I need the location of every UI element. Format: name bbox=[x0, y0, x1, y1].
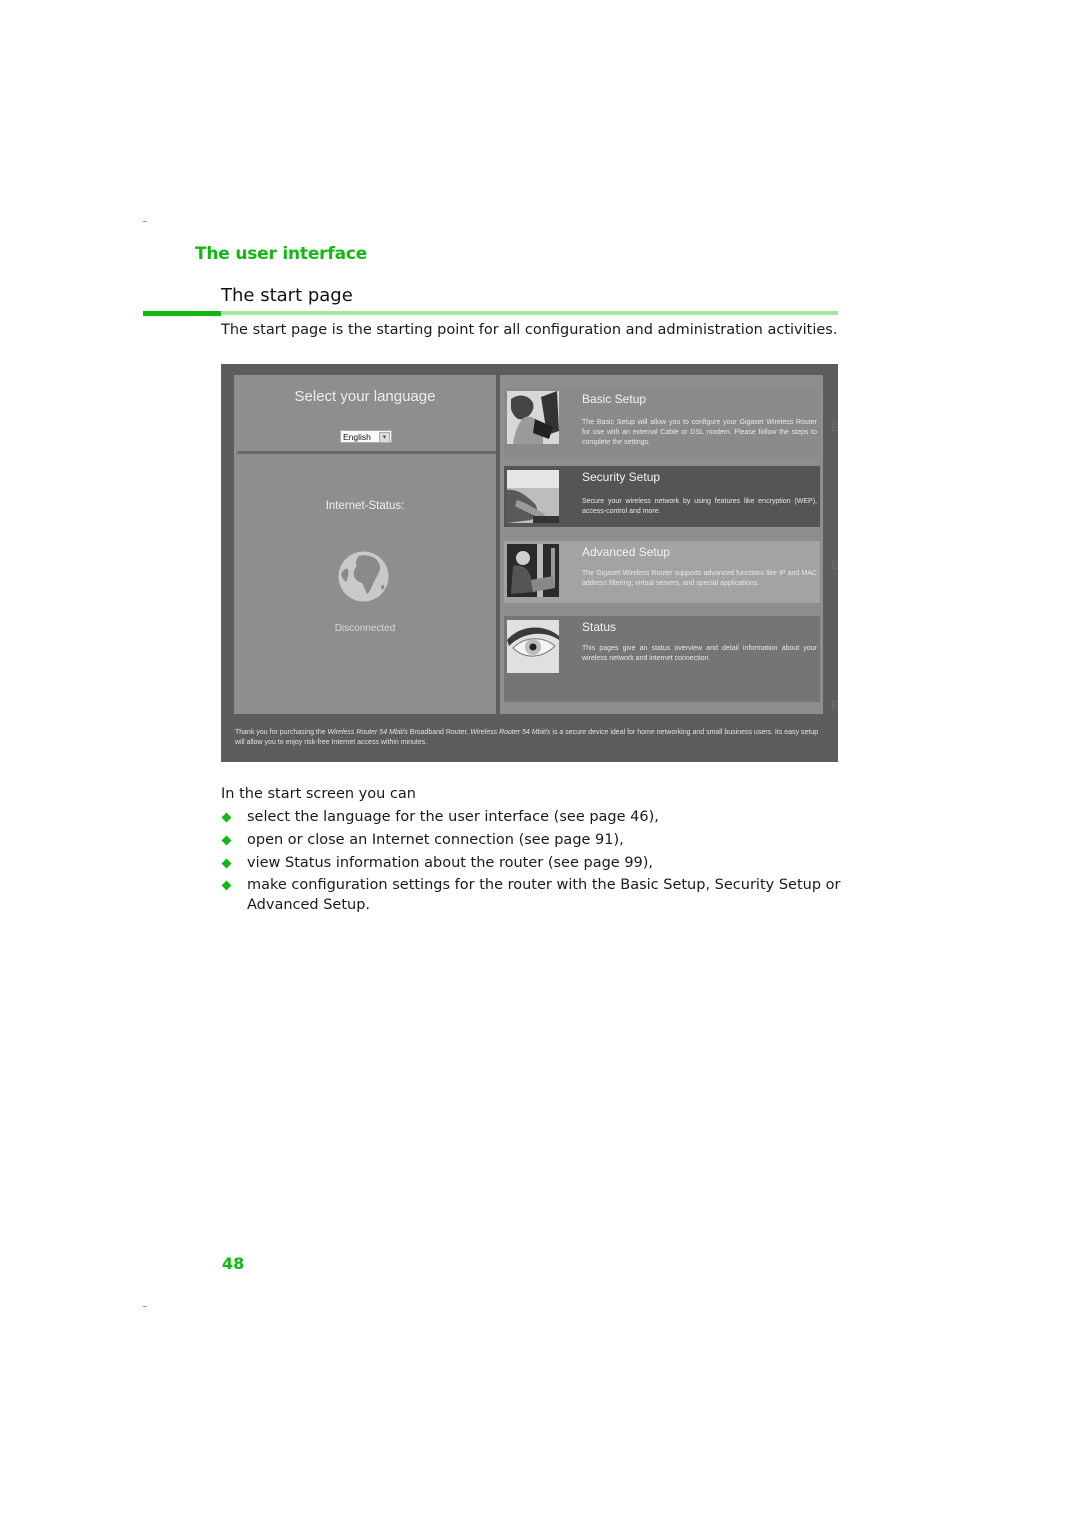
card-title[interactable]: Advanced Setup bbox=[582, 545, 670, 559]
lead-text: In the start screen you can bbox=[221, 786, 416, 802]
section-title: The user interface bbox=[195, 244, 368, 264]
crop-mark bbox=[143, 1306, 147, 1307]
people-photo-icon bbox=[507, 391, 559, 444]
bullet-diamond-icon bbox=[221, 835, 232, 846]
list-item-text: make configuration settings for the rout… bbox=[247, 877, 841, 913]
heading-rule-accent bbox=[143, 311, 221, 316]
globe-icon[interactable] bbox=[337, 550, 390, 603]
language-select[interactable]: English ▾ bbox=[340, 430, 392, 443]
edge-glyph: E bbox=[831, 700, 839, 712]
list-item-text: open or close an Internet connection (se… bbox=[247, 831, 624, 848]
security-setup-card[interactable]: Security Setup Secure your wireless netw… bbox=[504, 466, 820, 527]
language-select-value: English bbox=[343, 432, 371, 442]
language-title: Select your language bbox=[294, 388, 436, 405]
advanced-setup-card[interactable]: Advanced Setup The Gigaset Wireless Rout… bbox=[504, 541, 820, 603]
footer-note: Thank you for purchasing the Wireless Ro… bbox=[235, 728, 825, 748]
product-name: Wireless Router 54 Mbit/s bbox=[327, 729, 408, 736]
setup-panel: Basic Setup The Basic Setup will allow y… bbox=[500, 375, 823, 714]
internet-status-label: Internet-Status: bbox=[325, 500, 405, 512]
intro-paragraph: The start page is the starting point for… bbox=[221, 322, 838, 338]
footer-text: Thank you for purchasing the bbox=[235, 729, 328, 736]
internet-status-value: Disconnected bbox=[334, 623, 396, 634]
hand-photo-icon bbox=[507, 470, 559, 523]
card-description: The Gigaset Wireless Router supports adv… bbox=[582, 570, 817, 587]
bullet-diamond-icon bbox=[221, 880, 232, 891]
bullet-diamond-icon bbox=[221, 858, 232, 869]
status-card[interactable]: Status This pages give an status overvie… bbox=[504, 616, 820, 702]
heading-rule bbox=[221, 311, 838, 315]
basic-setup-card[interactable]: Basic Setup The Basic Setup will allow y… bbox=[504, 388, 820, 458]
card-description: Secure your wireless network by using fe… bbox=[582, 498, 817, 515]
footer-text: Broadband Router. bbox=[407, 729, 471, 736]
product-name: Wireless Router 54 Mbit/s bbox=[470, 729, 551, 736]
person-laptop-photo-icon bbox=[507, 544, 559, 597]
left-panel: Select your language English ▾ Internet-… bbox=[234, 375, 496, 714]
crop-mark bbox=[143, 221, 147, 222]
list-item: open or close an Internet connection (se… bbox=[221, 831, 841, 851]
card-description: This pages give an status overview and d… bbox=[582, 645, 817, 662]
capability-list: select the language for the user interfa… bbox=[221, 808, 841, 919]
list-item: make configuration settings for the rout… bbox=[221, 876, 841, 915]
page-heading: The start page bbox=[221, 285, 353, 306]
list-item: view Status information about the router… bbox=[221, 854, 841, 874]
card-description: The Basic Setup will allow you to config… bbox=[582, 419, 817, 446]
bullet-diamond-icon bbox=[221, 812, 232, 823]
card-title[interactable]: Status bbox=[582, 620, 616, 634]
card-title[interactable]: Basic Setup bbox=[582, 392, 646, 406]
language-section: Select your language English ▾ bbox=[234, 375, 496, 450]
edge-glyph: E bbox=[831, 422, 839, 434]
list-item: select the language for the user interfa… bbox=[221, 808, 841, 828]
list-item-text: select the language for the user interfa… bbox=[247, 809, 659, 825]
chevron-down-icon[interactable]: ▾ bbox=[379, 432, 390, 443]
card-title[interactable]: Security Setup bbox=[582, 470, 660, 484]
panel-divider bbox=[237, 451, 496, 454]
edge-glyph: E bbox=[831, 560, 839, 572]
list-item-text: view Status information about the router… bbox=[247, 854, 654, 871]
page-number: 48 bbox=[222, 1254, 245, 1273]
eye-photo-icon bbox=[507, 620, 559, 673]
start-page-screenshot: Select your language English ▾ Internet-… bbox=[221, 364, 838, 762]
